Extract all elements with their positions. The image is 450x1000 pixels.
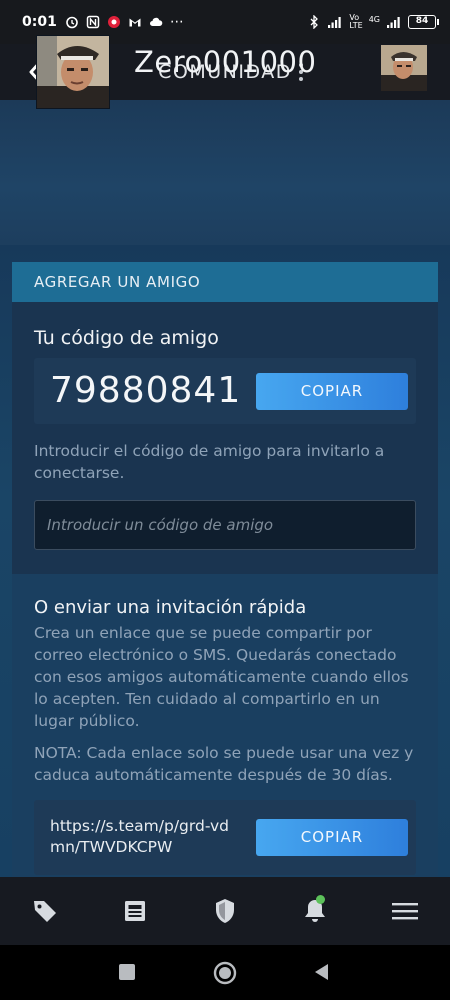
notification-dot	[316, 895, 325, 904]
app-notification-icon	[107, 16, 120, 28]
nav-notifications[interactable]	[270, 877, 360, 945]
menu-icon	[392, 903, 418, 920]
alarm-icon	[66, 16, 78, 29]
friend-code-value: 79880841	[50, 370, 242, 411]
network-type: 4G	[368, 15, 380, 24]
copy-friend-code-button[interactable]: COPIAR	[256, 373, 408, 410]
copy-invite-link-button[interactable]: COPIAR	[256, 819, 408, 856]
tag-icon	[34, 901, 56, 922]
cloud-icon	[149, 17, 163, 26]
square-icon	[119, 964, 135, 980]
bottom-navigation	[0, 877, 450, 945]
home-button[interactable]	[213, 961, 237, 989]
avatar-photo-icon	[37, 36, 109, 108]
system-back-button[interactable]	[312, 962, 330, 986]
status-time: 0:01	[22, 14, 57, 30]
profile-avatar[interactable]	[36, 35, 110, 109]
friend-code-hint: Introducir el código de amigo para invit…	[34, 442, 385, 482]
system-navigation-bar	[0, 945, 450, 1000]
avatar-photo-icon	[381, 45, 427, 91]
signal-icon-2	[387, 17, 400, 28]
user-avatar[interactable]	[381, 45, 427, 91]
signal-icon	[328, 17, 342, 28]
nav-store[interactable]	[0, 877, 90, 945]
status-right-icons: Vo LTE 4G 84	[307, 14, 439, 30]
home-circle-icon	[213, 961, 237, 985]
shield-icon	[216, 899, 234, 923]
profile-banner	[0, 100, 450, 245]
news-icon	[125, 901, 145, 921]
volte-label: Vo LTE	[349, 14, 362, 30]
friend-code-input[interactable]	[34, 500, 416, 550]
more-notifications-icon: ⋯	[169, 14, 185, 30]
volte-bottom: LTE	[349, 21, 363, 30]
add-friend-section-header: AGREGAR UN AMIGO	[12, 262, 438, 302]
status-left-icons: ⋯	[65, 14, 185, 30]
quick-invite-title: O enviar una invitación rápida	[34, 597, 307, 618]
recent-apps-button[interactable]	[118, 963, 136, 985]
nfc-icon	[86, 15, 100, 29]
gmail-icon	[129, 18, 141, 27]
battery-icon: 84	[408, 15, 439, 29]
nav-news[interactable]	[90, 877, 180, 945]
quick-invite-note: NOTA: Cada enlace solo se puede usar una…	[34, 744, 414, 784]
profile-username: Zero001000	[134, 45, 317, 79]
friend-code-label: Tu código de amigo	[34, 327, 219, 349]
back-triangle-icon	[315, 964, 328, 980]
nav-guard[interactable]	[180, 877, 270, 945]
invite-link[interactable]: https://s.team/p/grd-vdmn/TWVDKCPW	[50, 816, 240, 858]
quick-invite-description: Crea un enlace que se puede compartir po…	[34, 624, 409, 730]
nav-menu[interactable]	[360, 877, 450, 945]
bluetooth-icon	[310, 15, 319, 29]
